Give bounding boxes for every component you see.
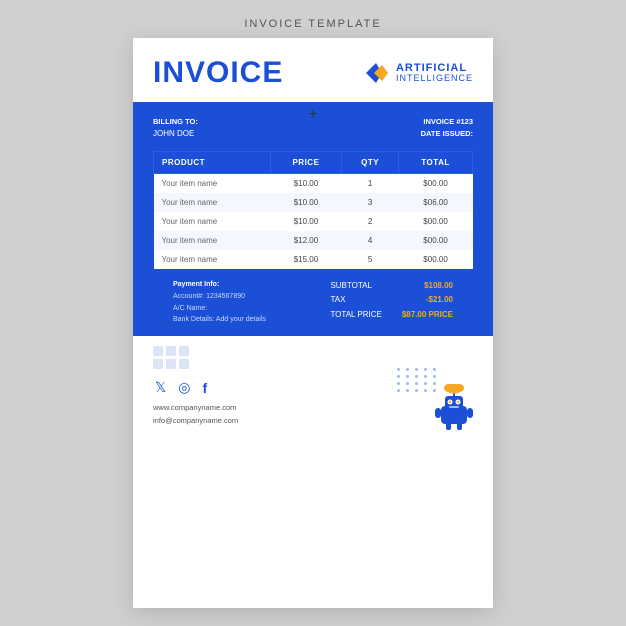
total-price-value: $87.00 PRICE — [402, 308, 453, 322]
tax-row: TAX -$21.00 — [330, 293, 453, 307]
col-total: TOTAL — [399, 151, 473, 173]
plus-symbol: + — [308, 106, 317, 124]
invoice-title: INVOICE — [153, 56, 283, 90]
date-issued-label: DATE ISSUED: — [421, 128, 473, 140]
dot — [406, 389, 409, 392]
dot — [424, 368, 427, 371]
table-row: Your item name $10.00 2 $00.00 — [154, 212, 473, 231]
dot — [406, 382, 409, 385]
cell-qty: 3 — [342, 193, 399, 212]
cell-total: $00.00 — [399, 250, 473, 269]
dot — [415, 389, 418, 392]
company-website: www.companyname.com — [153, 402, 473, 415]
subtotal-value: $108.00 — [424, 279, 453, 293]
brand-text-block: ARTIFICIAL INTELLIGENCE — [396, 62, 473, 84]
cell-qty: 2 — [342, 212, 399, 231]
total-price-label: TOTAL PRICE — [330, 308, 381, 322]
cell-product: Your item name — [154, 250, 271, 269]
col-qty: QTY — [342, 151, 399, 173]
table-row: Your item name $10.00 3 $06.00 — [154, 193, 473, 212]
robot-icon — [429, 384, 479, 434]
cell-total: $00.00 — [399, 212, 473, 231]
ai-brand-icon — [362, 59, 390, 87]
invoice-table: PRODUCT PRICE QTY TOTAL Your item name $… — [153, 151, 473, 269]
instagram-icon[interactable]: ◎ — [178, 379, 190, 396]
dot — [397, 375, 400, 378]
payment-info-label: Payment Info: — [173, 279, 266, 291]
payment-ac-name: A/C Name: — [173, 303, 266, 315]
dot — [424, 375, 427, 378]
cell-price: $10.00 — [270, 173, 342, 193]
total-price-row: TOTAL PRICE $87.00 PRICE — [330, 308, 453, 322]
brand-name-bottom: INTELLIGENCE — [396, 74, 473, 84]
dot — [397, 382, 400, 385]
cell-price: $15.00 — [270, 250, 342, 269]
invoice-footer: Payment Info: Account#: 1234567890 A/C N… — [153, 269, 473, 337]
tax-label: TAX — [330, 293, 345, 307]
col-price: PRICE — [270, 151, 342, 173]
invoice-body: BILLING TO: JOHN DOE INVOICE #123 DATE I… — [133, 102, 493, 336]
company-email: info@companyname.com — [153, 415, 473, 428]
dot — [433, 375, 436, 378]
cell-product: Your item name — [154, 193, 271, 212]
dot — [397, 368, 400, 371]
dot — [424, 389, 427, 392]
cell-total: $00.00 — [399, 173, 473, 193]
tax-value: -$21.00 — [426, 293, 453, 307]
col-product: PRODUCT — [154, 151, 271, 173]
invoice-number-label: INVOICE #123 — [421, 116, 473, 128]
contact-info: www.companyname.com info@companyname.com — [153, 402, 473, 428]
table-row: Your item name $15.00 5 $00.00 — [154, 250, 473, 269]
brand-logo: ARTIFICIAL INTELLIGENCE — [362, 59, 473, 87]
cell-qty: 4 — [342, 231, 399, 250]
dot — [397, 389, 400, 392]
cell-total: $00.00 — [399, 231, 473, 250]
cell-price: $12.00 — [270, 231, 342, 250]
dot — [406, 368, 409, 371]
twitter-icon[interactable]: 𝕏 — [155, 379, 166, 396]
billing-to-label: BILLING TO: — [153, 116, 198, 128]
invoice-card: INVOICE ARTIFICIAL INTELLIGENCE + BILLIN… — [133, 38, 493, 608]
dot — [415, 375, 418, 378]
subtotal-row: SUBTOTAL $108.00 — [330, 279, 453, 293]
cell-total: $06.00 — [399, 193, 473, 212]
subtotal-label: SUBTOTAL — [330, 279, 372, 293]
billing-right: INVOICE #123 DATE ISSUED: — [421, 116, 473, 141]
cell-product: Your item name — [154, 173, 271, 193]
totals-block: SUBTOTAL $108.00 TAX -$21.00 TOTAL PRICE… — [330, 279, 453, 322]
invoice-bottom: 𝕏 ◎ f www.companyname.com info@companyna… — [133, 336, 493, 442]
facebook-icon[interactable]: f — [203, 380, 208, 396]
payment-info: Payment Info: Account#: 1234567890 A/C N… — [173, 279, 266, 327]
payment-bank: Bank Details: Add your details — [173, 314, 266, 326]
cell-qty: 1 — [342, 173, 399, 193]
cell-price: $10.00 — [270, 212, 342, 231]
dot — [424, 382, 427, 385]
cell-product: Your item name — [154, 231, 271, 250]
table-header-row: PRODUCT PRICE QTY TOTAL — [154, 151, 473, 173]
page-label: INVOICE TEMPLATE — [244, 18, 381, 30]
cell-price: $10.00 — [270, 193, 342, 212]
dot — [415, 368, 418, 371]
dot — [415, 382, 418, 385]
billing-left: BILLING TO: JOHN DOE — [153, 116, 198, 141]
dot — [406, 375, 409, 378]
cell-product: Your item name — [154, 212, 271, 231]
invoice-header: INVOICE ARTIFICIAL INTELLIGENCE — [133, 38, 493, 102]
decorative-squares — [153, 346, 473, 369]
dot — [433, 368, 436, 371]
table-row: Your item name $10.00 1 $00.00 — [154, 173, 473, 193]
cell-qty: 5 — [342, 250, 399, 269]
billing-to-name: JOHN DOE — [153, 128, 198, 141]
payment-account: Account#: 1234567890 — [173, 291, 266, 303]
table-row: Your item name $12.00 4 $00.00 — [154, 231, 473, 250]
